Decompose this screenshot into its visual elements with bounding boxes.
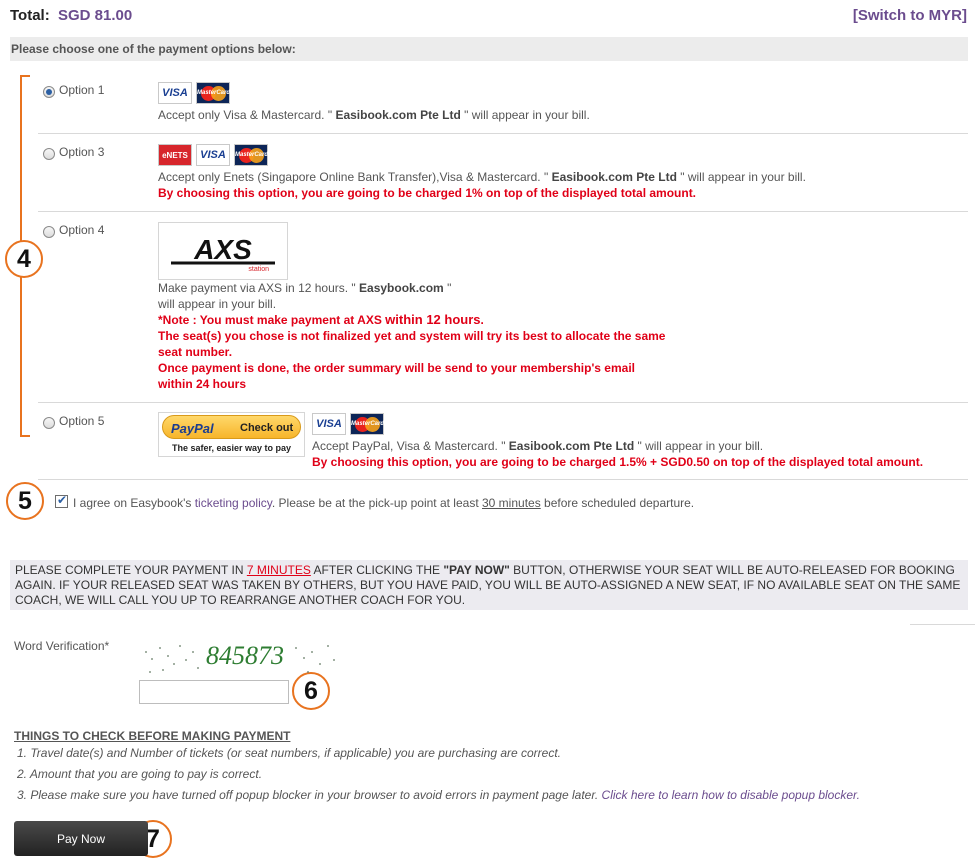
divider [38, 479, 968, 480]
checklist-title: THINGS TO CHECK BEFORE MAKING PAYMENT [14, 729, 291, 743]
mastercard-icon: MasterCard [350, 413, 384, 435]
divider [38, 211, 968, 212]
divider [38, 402, 968, 403]
visa-icon: VISA [158, 82, 192, 104]
mastercard-icon: MasterCard [196, 82, 230, 104]
option-4-note-line5: within 24 hours [158, 377, 247, 391]
agree-text: I agree on Easybook's ticketing policy. … [73, 496, 695, 510]
pay-now-button[interactable]: Pay Now [14, 821, 148, 856]
option-3-radio[interactable] [43, 148, 55, 160]
option-1-radio[interactable] [43, 86, 55, 98]
divider [38, 133, 968, 134]
checklist-item-2: 2. Amount that you are going to pay is c… [17, 767, 263, 781]
option-1-label[interactable]: Option 1 [59, 83, 104, 97]
popup-blocker-help-link[interactable]: Click here to learn how to disable popup… [602, 788, 860, 802]
paypal-button-icon: PayPal Check out [162, 415, 301, 439]
checklist-item-3: 3. Please make sure you have turned off … [17, 788, 860, 802]
paypal-checkout-logo: PayPal Check out The safer, easier way t… [158, 412, 305, 457]
option-5-surcharge-warning: By choosing this option, you are going t… [312, 455, 924, 469]
option-1-description: Accept only Visa & Mastercard. " Easiboo… [158, 108, 590, 122]
payment-time-notice: PLEASE COMPLETE YOUR PAYMENT IN 7 MINUTE… [10, 560, 968, 610]
option-5-description: Accept PayPal, Visa & Mastercard. " Easi… [312, 439, 764, 453]
marker-5: 5 [6, 482, 44, 520]
option-4-label[interactable]: Option 4 [59, 223, 104, 237]
choose-payment-prompt: Please choose one of the payment options… [10, 37, 968, 61]
captcha-input[interactable] [139, 680, 289, 704]
ticketing-policy-link[interactable]: ticketing policy [195, 496, 272, 510]
enets-icon: eNETS [158, 144, 192, 166]
agree-checkbox[interactable] [55, 493, 68, 508]
option-4-note-line3: seat number. [158, 345, 233, 359]
mastercard-icon: MasterCard [234, 144, 268, 166]
divider [910, 624, 975, 625]
option-4-description: Make payment via AXS in 12 hours. " Easy… [158, 281, 452, 295]
svg-text:845873: 845873 [206, 641, 284, 670]
word-verification-label: Word Verification* [14, 639, 110, 653]
option-4-description-line2: will appear in your bill. [158, 297, 277, 311]
option-5-radio[interactable] [43, 417, 55, 429]
svg-text:AXS: AXS [193, 234, 252, 265]
total-amount: SGD 81.00 [58, 7, 133, 24]
option-4-note-line2: The seat(s) you chose is not finalized y… [158, 329, 666, 343]
visa-icon: VISA [312, 413, 346, 435]
option-5-label[interactable]: Option 5 [59, 414, 104, 428]
option-3-description: Accept only Enets (Singapore Online Bank… [158, 170, 806, 184]
marker-4: 4 [5, 240, 43, 278]
axs-logo-icon: AXS station [171, 234, 275, 273]
option-4-note: *Note : You must make payment at AXS wit… [158, 312, 484, 327]
option-4-radio[interactable] [43, 226, 55, 238]
option-3-label[interactable]: Option 3 [59, 145, 104, 159]
paypal-tagline: The safer, easier way to pay [171, 443, 292, 453]
checklist-item-1: 1. Travel date(s) and Number of tickets … [17, 746, 562, 760]
switch-currency-link[interactable]: [Switch to MYR] [853, 7, 967, 24]
visa-icon: VISA [196, 144, 230, 166]
captcha-image: 845873 [138, 634, 338, 679]
option-4-note-line4: Once payment is done, the order summary … [158, 361, 635, 375]
axs-logo: AXS station [158, 222, 288, 280]
svg-text:station: station [248, 266, 269, 273]
total-label: Total: [10, 7, 50, 24]
option-3-surcharge-warning: By choosing this option, you are going t… [158, 186, 697, 200]
